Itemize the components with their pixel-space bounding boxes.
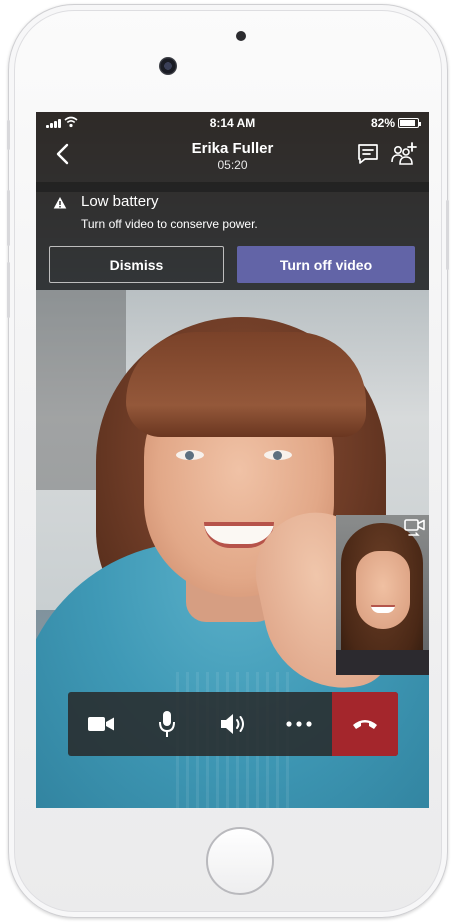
participant-eye-left bbox=[176, 450, 204, 460]
dismiss-button[interactable]: Dismiss bbox=[49, 246, 224, 283]
status-bar: 8:14 AM 82% bbox=[36, 112, 429, 134]
video-toggle-button[interactable] bbox=[68, 692, 134, 756]
self-view[interactable] bbox=[336, 515, 429, 675]
more-options-button[interactable] bbox=[266, 692, 332, 756]
mute-button[interactable] bbox=[134, 692, 200, 756]
home-button[interactable] bbox=[206, 827, 274, 895]
speaker-button[interactable] bbox=[200, 692, 266, 756]
self-view-face bbox=[356, 551, 410, 629]
speaker-icon bbox=[221, 714, 244, 734]
earpiece bbox=[236, 31, 246, 41]
chat-icon[interactable] bbox=[356, 142, 380, 166]
side-button bbox=[7, 120, 10, 150]
low-battery-banner: Low battery Turn off video to conserve p… bbox=[36, 182, 429, 290]
add-people-icon[interactable] bbox=[390, 140, 418, 168]
hang-up-icon bbox=[353, 720, 377, 729]
banner-title: Low battery bbox=[81, 193, 159, 210]
volume-down-button bbox=[7, 262, 10, 318]
banner-message: Turn off video to conserve power. bbox=[81, 217, 258, 231]
power-button bbox=[446, 200, 449, 270]
participant-fringe bbox=[126, 332, 366, 437]
volume-up-button bbox=[7, 190, 10, 246]
video-camera-icon bbox=[88, 717, 114, 731]
participant-eye-right bbox=[264, 450, 292, 460]
switch-camera-icon[interactable] bbox=[404, 517, 426, 537]
front-camera bbox=[159, 57, 177, 75]
more-icon bbox=[286, 721, 312, 727]
hang-up-button[interactable] bbox=[332, 692, 398, 756]
call-controls bbox=[68, 692, 398, 756]
microphone-icon bbox=[159, 711, 175, 737]
battery-percent: 82% bbox=[370, 116, 395, 130]
self-view-shirt bbox=[336, 650, 429, 675]
warning-icon bbox=[53, 197, 67, 209]
call-screen: 8:14 AM 82% Erika Fuller 05:20 Low batte… bbox=[36, 112, 429, 808]
battery-icon bbox=[398, 118, 421, 128]
turn-off-video-button[interactable]: Turn off video bbox=[237, 246, 415, 283]
